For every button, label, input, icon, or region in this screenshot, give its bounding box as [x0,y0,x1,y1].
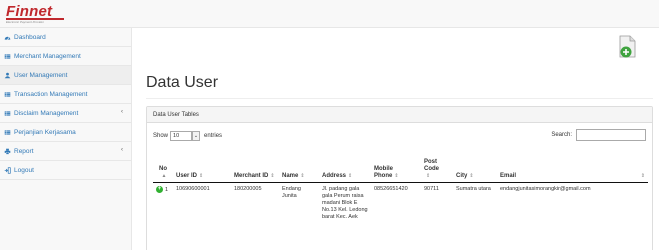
entries-label: entries [204,133,223,139]
table-header-row: No ▲ User ID ⇕ Merchant ID ⇕ Name ⇕ Address ⇕… [153,149,648,183]
sidebar-item-label: Perjanjian Kerjasama [14,128,76,136]
sidebar: Dashboard Merchant Management User Manag… [0,28,132,250]
search-label: Search: [551,132,572,138]
column-header-email[interactable]: Email ⇕ [497,149,648,183]
page-length-select[interactable]: 10 ⌄ [170,131,201,141]
sort-icon: ⇕ [199,172,204,179]
sort-icon: ⇕ [394,172,399,179]
cell-no[interactable]: +1 [153,182,173,224]
print-icon [4,148,11,154]
sort-icon: ⇕ [469,172,474,179]
sidebar-item-label: Disclaim Management [14,109,79,117]
cell-user-id: 10690600001 [176,185,210,192]
page-title: Data User [146,74,219,91]
cell-city: Sumatra utara [456,185,491,192]
cell-address: Jl. padang gala gala Perum raisa madani … [322,185,368,220]
chevron-left-icon: ‹ [121,109,123,115]
column-header-mobile-phone[interactable]: Mobile Phone ⇕ [371,149,421,183]
cell-merchant-id: 180200005 [234,185,262,192]
expand-row-icon[interactable]: + [156,185,163,193]
logo-tagline: Electronic Payment Provider [6,20,44,24]
logo-wordmark: Finnet [6,3,53,20]
sort-icon: ⇕ [300,172,305,179]
column-header-no[interactable]: No ▲ [153,149,173,183]
sidebar-item-label: Logout [14,166,34,174]
length-control: Show 10 ⌄ entries [153,131,222,141]
sidebar-item-merchant-management[interactable]: Merchant Management [0,47,131,66]
sidebar-item-transaction-management[interactable]: Transaction Management [0,85,131,104]
sort-icon: ⇕ [348,172,353,179]
table-icon [4,91,11,97]
sidebar-item-report[interactable]: Report ‹ [0,142,131,161]
table-icon [4,110,11,116]
sidebar-item-label: Report [14,147,34,155]
column-header-address[interactable]: Address ⇕ [319,149,371,183]
column-header-user-id[interactable]: User ID ⇕ [173,149,231,183]
sort-asc-icon: ▲ [161,172,167,179]
chevron-down-icon: ⌄ [192,131,201,141]
sidebar-item-perjanjian-kerjasama[interactable]: Perjanjian Kerjasama [0,123,131,142]
table-row[interactable]: +1 10690600001 180200005 Endang Junita J… [153,182,648,224]
sort-icon: ⇕ [640,172,645,179]
cell-name: Endang Junita [282,185,301,199]
sign-out-icon [4,166,11,174]
page-length-value: 10 [173,133,180,139]
dashboard-icon [4,36,11,40]
sidebar-item-label: Transaction Management [14,90,88,98]
finnet-logo[interactable]: Finnet Electronic Payment Provider [6,4,68,24]
sidebar-item-dashboard[interactable]: Dashboard [0,28,131,47]
sidebar-item-label: Dashboard [14,33,46,41]
user-icon [4,72,11,78]
table-icon [4,129,11,135]
panel-heading: Data User Tables [147,107,652,123]
column-header-city[interactable]: City ⇕ [453,149,497,183]
data-user-panel: Data User Tables Show 10 ⌄ entries Searc… [146,106,653,250]
search-input[interactable] [576,129,646,141]
cell-email: endangjunitasimorangkir@gmail.com [500,185,591,192]
search-control: Search: [551,129,646,141]
add-user-icon[interactable] [617,35,637,59]
sidebar-item-disclaim-management[interactable]: Disclaim Management ‹ [0,104,131,123]
cell-post-code: 90711 [424,185,439,192]
sidebar-item-label: User Management [14,71,68,79]
sidebar-item-user-management[interactable]: User Management [0,66,131,85]
sort-icon: ⇕ [426,172,431,179]
show-label: Show [153,133,169,139]
column-header-name[interactable]: Name ⇕ [279,149,319,183]
title-divider [146,98,653,99]
column-header-merchant-id[interactable]: Merchant ID ⇕ [231,149,279,183]
chevron-left-icon: ‹ [121,147,123,153]
sidebar-item-logout[interactable]: Logout [0,161,131,180]
top-navbar: Finnet Electronic Payment Provider [0,0,659,28]
table-icon [4,53,11,59]
sort-icon: ⇕ [270,172,275,179]
cell-mobile-phone: 08526651420 [374,185,408,192]
data-user-table: No ▲ User ID ⇕ Merchant ID ⇕ Name ⇕ Address ⇕… [153,149,648,224]
sidebar-item-label: Merchant Management [14,52,81,60]
column-header-post-code[interactable]: Post Code ⇕ [421,149,453,183]
main-content: Data User Data User Tables Show 10 ⌄ ent… [133,28,659,250]
